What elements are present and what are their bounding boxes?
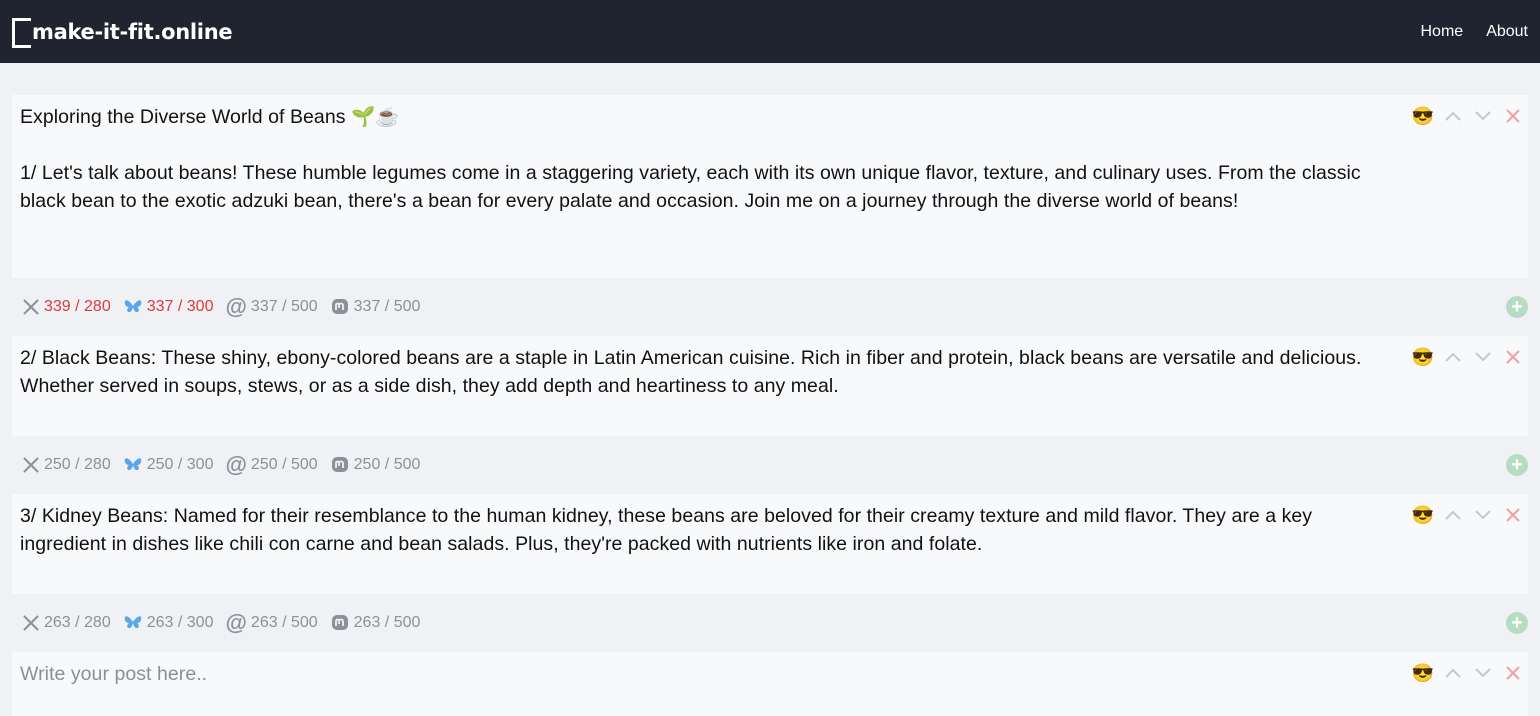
- mastodon-icon: [330, 297, 350, 317]
- x-count-value: 250 / 280: [44, 456, 111, 473]
- move-down-button[interactable]: [1468, 504, 1498, 526]
- post-actions: 😎: [1408, 346, 1528, 368]
- bluesky-count-value: 263 / 300: [146, 614, 214, 631]
- x-count: 250 / 280: [22, 456, 111, 474]
- chevron-up-icon: [1445, 510, 1461, 520]
- emoji-button[interactable]: 😎: [1408, 346, 1438, 368]
- close-icon: [1506, 109, 1520, 123]
- threads-count: @ 263 / 500: [225, 610, 317, 636]
- mastodon-count-value: 250 / 500: [353, 456, 421, 473]
- x-count: 263 / 280: [22, 614, 111, 632]
- emoji-button[interactable]: 😎: [1408, 662, 1438, 684]
- brand-mark-icon: [12, 17, 31, 48]
- emoji-button[interactable]: 😎: [1408, 105, 1438, 127]
- post-actions: 😎: [1408, 662, 1528, 684]
- close-icon: [1506, 350, 1520, 364]
- mastodon-count: 250 / 500: [330, 455, 421, 475]
- threads-count-value: 263 / 500: [250, 614, 318, 631]
- sunglasses-emoji-icon: 😎: [1411, 346, 1435, 367]
- chevron-up-icon: [1445, 668, 1461, 678]
- sunglasses-emoji-icon: 😎: [1411, 504, 1435, 525]
- butterfly-icon: [123, 298, 143, 316]
- chevron-down-icon: [1475, 111, 1491, 121]
- chevron-up-icon: [1445, 352, 1461, 362]
- nav-home-link[interactable]: Home: [1421, 23, 1464, 41]
- chevron-down-icon: [1475, 352, 1491, 362]
- post-text-area[interactable]: 3/ Kidney Beans: Named for their resembl…: [20, 502, 1388, 558]
- mastodon-icon: [330, 613, 350, 633]
- post-stats: 250 / 280 250 / 300 @ 250 / 500 250 / 50…: [12, 436, 1528, 494]
- x-count-value: 339 / 280: [44, 298, 111, 315]
- chevron-down-icon: [1475, 510, 1491, 520]
- thread-editor: Exploring the Diverse World of Beans 🌱☕ …: [0, 63, 1540, 716]
- nav-links: Home About: [1421, 23, 1529, 41]
- new-post-card: Write your post here.. 😎: [12, 652, 1528, 716]
- move-up-button[interactable]: [1438, 504, 1468, 526]
- threads-count: @ 250 / 500: [225, 452, 317, 478]
- move-down-button[interactable]: [1468, 105, 1498, 127]
- delete-post-button[interactable]: [1498, 105, 1528, 127]
- post-card: Exploring the Diverse World of Beans 🌱☕ …: [12, 95, 1528, 278]
- mastodon-count-value: 337 / 500: [353, 298, 421, 315]
- x-count-value: 263 / 280: [44, 614, 111, 631]
- brand-logo[interactable]: make-it-fit.online: [12, 17, 233, 48]
- post-actions: 😎: [1408, 504, 1528, 526]
- x-count: 339 / 280: [22, 298, 111, 316]
- post-card: 2/ Black Beans: These shiny, ebony-color…: [12, 336, 1528, 436]
- post-card: 3/ Kidney Beans: Named for their resembl…: [12, 494, 1528, 594]
- butterfly-icon: [123, 614, 143, 632]
- post-actions: 😎: [1408, 105, 1528, 127]
- butterfly-icon: [123, 456, 143, 474]
- close-icon: [1506, 666, 1520, 680]
- emoji-button[interactable]: 😎: [1408, 504, 1438, 526]
- mastodon-count: 337 / 500: [330, 297, 421, 317]
- chevron-down-icon: [1475, 668, 1491, 678]
- bluesky-count-value: 337 / 300: [146, 298, 214, 315]
- nav-about-link[interactable]: About: [1486, 23, 1528, 41]
- sunglasses-emoji-icon: 😎: [1411, 105, 1435, 126]
- post-stats: 339 / 280 337 / 300 @ 337 / 500 337 / 50…: [12, 278, 1528, 336]
- bluesky-count: 337 / 300: [123, 298, 214, 316]
- top-navbar: make-it-fit.online Home About: [0, 0, 1540, 63]
- close-icon: [1506, 508, 1520, 522]
- threads-count: @ 337 / 500: [225, 294, 317, 320]
- post-text-area[interactable]: Exploring the Diverse World of Beans 🌱☕ …: [20, 103, 1388, 215]
- move-up-button[interactable]: [1438, 105, 1468, 127]
- delete-post-button[interactable]: [1498, 662, 1528, 684]
- mastodon-count-value: 263 / 500: [353, 614, 421, 631]
- chevron-up-icon: [1445, 111, 1461, 121]
- x-logo-icon: [22, 298, 40, 316]
- threads-at-icon: @: [225, 452, 247, 477]
- bluesky-count-value: 250 / 300: [146, 456, 214, 473]
- bluesky-count: 263 / 300: [123, 614, 214, 632]
- threads-count-value: 337 / 500: [250, 298, 318, 315]
- mastodon-icon: [330, 455, 350, 475]
- delete-post-button[interactable]: [1498, 346, 1528, 368]
- threads-count-value: 250 / 500: [250, 456, 318, 473]
- brand-name: make-it-fit.online: [32, 19, 233, 44]
- x-logo-icon: [22, 614, 40, 632]
- x-logo-icon: [22, 456, 40, 474]
- post-stats: 263 / 280 263 / 300 @ 263 / 500 263 / 50…: [12, 594, 1528, 652]
- move-up-button[interactable]: [1438, 662, 1468, 684]
- add-post-button[interactable]: +: [1506, 612, 1528, 634]
- add-post-button[interactable]: +: [1506, 454, 1528, 476]
- new-post-input[interactable]: Write your post here..: [20, 660, 1388, 688]
- move-down-button[interactable]: [1468, 662, 1498, 684]
- move-down-button[interactable]: [1468, 346, 1498, 368]
- add-post-button[interactable]: +: [1506, 296, 1528, 318]
- move-up-button[interactable]: [1438, 346, 1468, 368]
- threads-at-icon: @: [225, 294, 247, 319]
- mastodon-count: 263 / 500: [330, 613, 421, 633]
- threads-at-icon: @: [225, 610, 247, 635]
- post-text-area[interactable]: 2/ Black Beans: These shiny, ebony-color…: [20, 344, 1388, 400]
- sunglasses-emoji-icon: 😎: [1411, 662, 1435, 683]
- delete-post-button[interactable]: [1498, 504, 1528, 526]
- bluesky-count: 250 / 300: [123, 456, 214, 474]
